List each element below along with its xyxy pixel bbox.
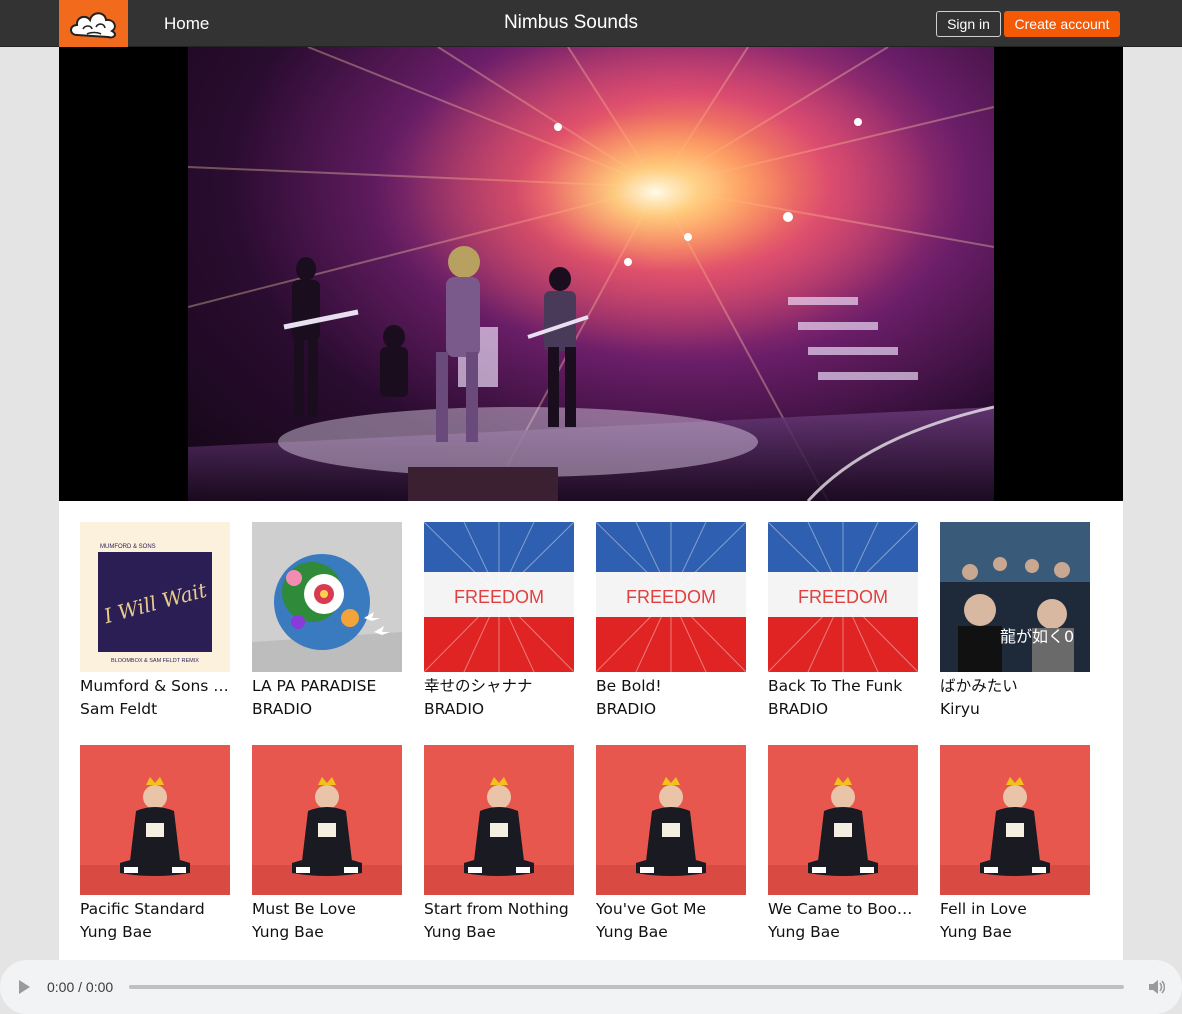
yung-bae-cover-art (940, 745, 1090, 895)
track-artist[interactable]: BRADIO (596, 698, 748, 721)
video-player[interactable] (59, 47, 1123, 501)
track-card[interactable]: FREEDOM 幸せのシャナナ BRADIO (424, 522, 574, 721)
track-title[interactable]: Pacific Standard (80, 898, 232, 921)
volume-icon[interactable] (1147, 978, 1166, 1001)
track-title[interactable]: You've Got Me (596, 898, 748, 921)
track-artist[interactable]: BRADIO (252, 698, 404, 721)
track-title[interactable]: Start from Nothing (424, 898, 576, 921)
yung-bae-cover-art (252, 745, 402, 895)
track-title[interactable]: We Came to Boogie (768, 898, 920, 921)
main-content: MUMFORD & SONS I Will Wait BLOOMBOX & SA… (59, 47, 1123, 960)
track-card[interactable]: 龍が如く0 ばかみたい Kiryu (940, 522, 1090, 721)
track-card[interactable]: Must Be Love Yung Bae (252, 745, 402, 944)
video-frame[interactable] (188, 47, 994, 501)
freedom-cover-art: FREEDOM (424, 522, 574, 672)
album-cover[interactable] (252, 522, 402, 672)
cover-title-text: FREEDOM (454, 587, 544, 607)
track-title[interactable]: Mumford & Sons - I Will Wait (Sam Feldt … (80, 675, 232, 698)
track-card[interactable]: Pacific Standard Yung Bae (80, 745, 230, 944)
track-artist[interactable]: Yung Bae (424, 921, 576, 944)
track-card[interactable]: FREEDOM Back To The Funk BRADIO (768, 522, 918, 721)
track-title[interactable]: Back To The Funk (768, 675, 920, 698)
track-card[interactable]: We Came to Boogie Yung Bae (768, 745, 920, 944)
sign-in-button[interactable]: Sign in (936, 11, 1001, 37)
freedom-cover-art: FREEDOM (768, 522, 918, 672)
track-card[interactable]: FREEDOM Be Bold! BRADIO (596, 522, 746, 721)
playback-time: 0:00 / 0:00 (47, 979, 114, 995)
yung-bae-cover-art (596, 745, 746, 895)
album-cover[interactable] (424, 745, 574, 895)
track-title[interactable]: Fell in Love (940, 898, 1092, 921)
track-artist[interactable]: Yung Bae (940, 921, 1092, 944)
site-logo[interactable] (59, 0, 128, 47)
audio-player: 0:00 / 0:00 (0, 960, 1182, 1014)
track-artist[interactable]: BRADIO (768, 698, 920, 721)
play-icon[interactable] (19, 980, 30, 994)
track-artist[interactable]: Kiryu (940, 698, 1092, 721)
track-title[interactable]: ばかみたい (940, 675, 1092, 698)
cover-title-text: FREEDOM (798, 587, 888, 607)
album-cover[interactable]: FREEDOM (424, 522, 574, 672)
track-title[interactable]: 幸せのシャナナ (424, 675, 576, 698)
flower-globe-cover-art (252, 522, 402, 672)
album-cover[interactable]: 龍が如く0 (940, 522, 1090, 672)
track-artist[interactable]: Yung Bae (80, 921, 232, 944)
album-cover[interactable] (80, 745, 230, 895)
album-cover[interactable]: FREEDOM (596, 522, 746, 672)
album-cover[interactable]: FREEDOM (768, 522, 918, 672)
track-artist[interactable]: BRADIO (424, 698, 576, 721)
album-cover[interactable] (596, 745, 746, 895)
cover-band-text: MUMFORD & SONS (100, 544, 156, 550)
album-cover[interactable] (768, 745, 918, 895)
cloud-logo-icon (69, 11, 116, 38)
yung-bae-cover-art (80, 745, 230, 895)
yung-bae-cover-art (768, 745, 918, 895)
i-will-wait-cover-art: MUMFORD & SONS I Will Wait BLOOMBOX & SA… (80, 522, 230, 672)
top-navbar: Home Nimbus Sounds Sign in Create accoun… (0, 0, 1182, 47)
create-account-button[interactable]: Create account (1004, 11, 1120, 37)
home-link[interactable]: Home (164, 14, 209, 34)
track-artist[interactable]: Sam Feldt (80, 698, 232, 721)
track-artist[interactable]: Yung Bae (768, 921, 920, 944)
freedom-cover-art: FREEDOM (596, 522, 746, 672)
cover-title-text: 龍が如く0 (1000, 627, 1074, 646)
track-title[interactable]: LA PA PARADISE (252, 675, 404, 698)
track-artist[interactable]: Yung Bae (596, 921, 748, 944)
album-cover[interactable]: MUMFORD & SONS I Will Wait BLOOMBOX & SA… (80, 522, 230, 672)
cover-title-text: FREEDOM (626, 587, 716, 607)
track-title[interactable]: Must Be Love (252, 898, 404, 921)
track-artist[interactable]: Yung Bae (252, 921, 404, 944)
track-card[interactable]: You've Got Me Yung Bae (596, 745, 746, 944)
track-card[interactable]: Fell in Love Yung Bae (940, 745, 1090, 944)
yung-bae-cover-art (424, 745, 574, 895)
yakuza-cover-art: 龍が如く0 (940, 522, 1090, 672)
seek-bar[interactable] (129, 985, 1124, 989)
track-card[interactable]: Start from Nothing Yung Bae (424, 745, 574, 944)
cover-subtitle-text: BLOOMBOX & SAM FELDT REMIX (111, 658, 199, 664)
track-card[interactable]: MUMFORD & SONS I Will Wait BLOOMBOX & SA… (80, 522, 232, 721)
album-cover[interactable] (940, 745, 1090, 895)
track-title[interactable]: Be Bold! (596, 675, 748, 698)
concert-scene-image (188, 47, 994, 501)
album-cover[interactable] (252, 745, 402, 895)
track-card[interactable]: LA PA PARADISE BRADIO (252, 522, 402, 721)
